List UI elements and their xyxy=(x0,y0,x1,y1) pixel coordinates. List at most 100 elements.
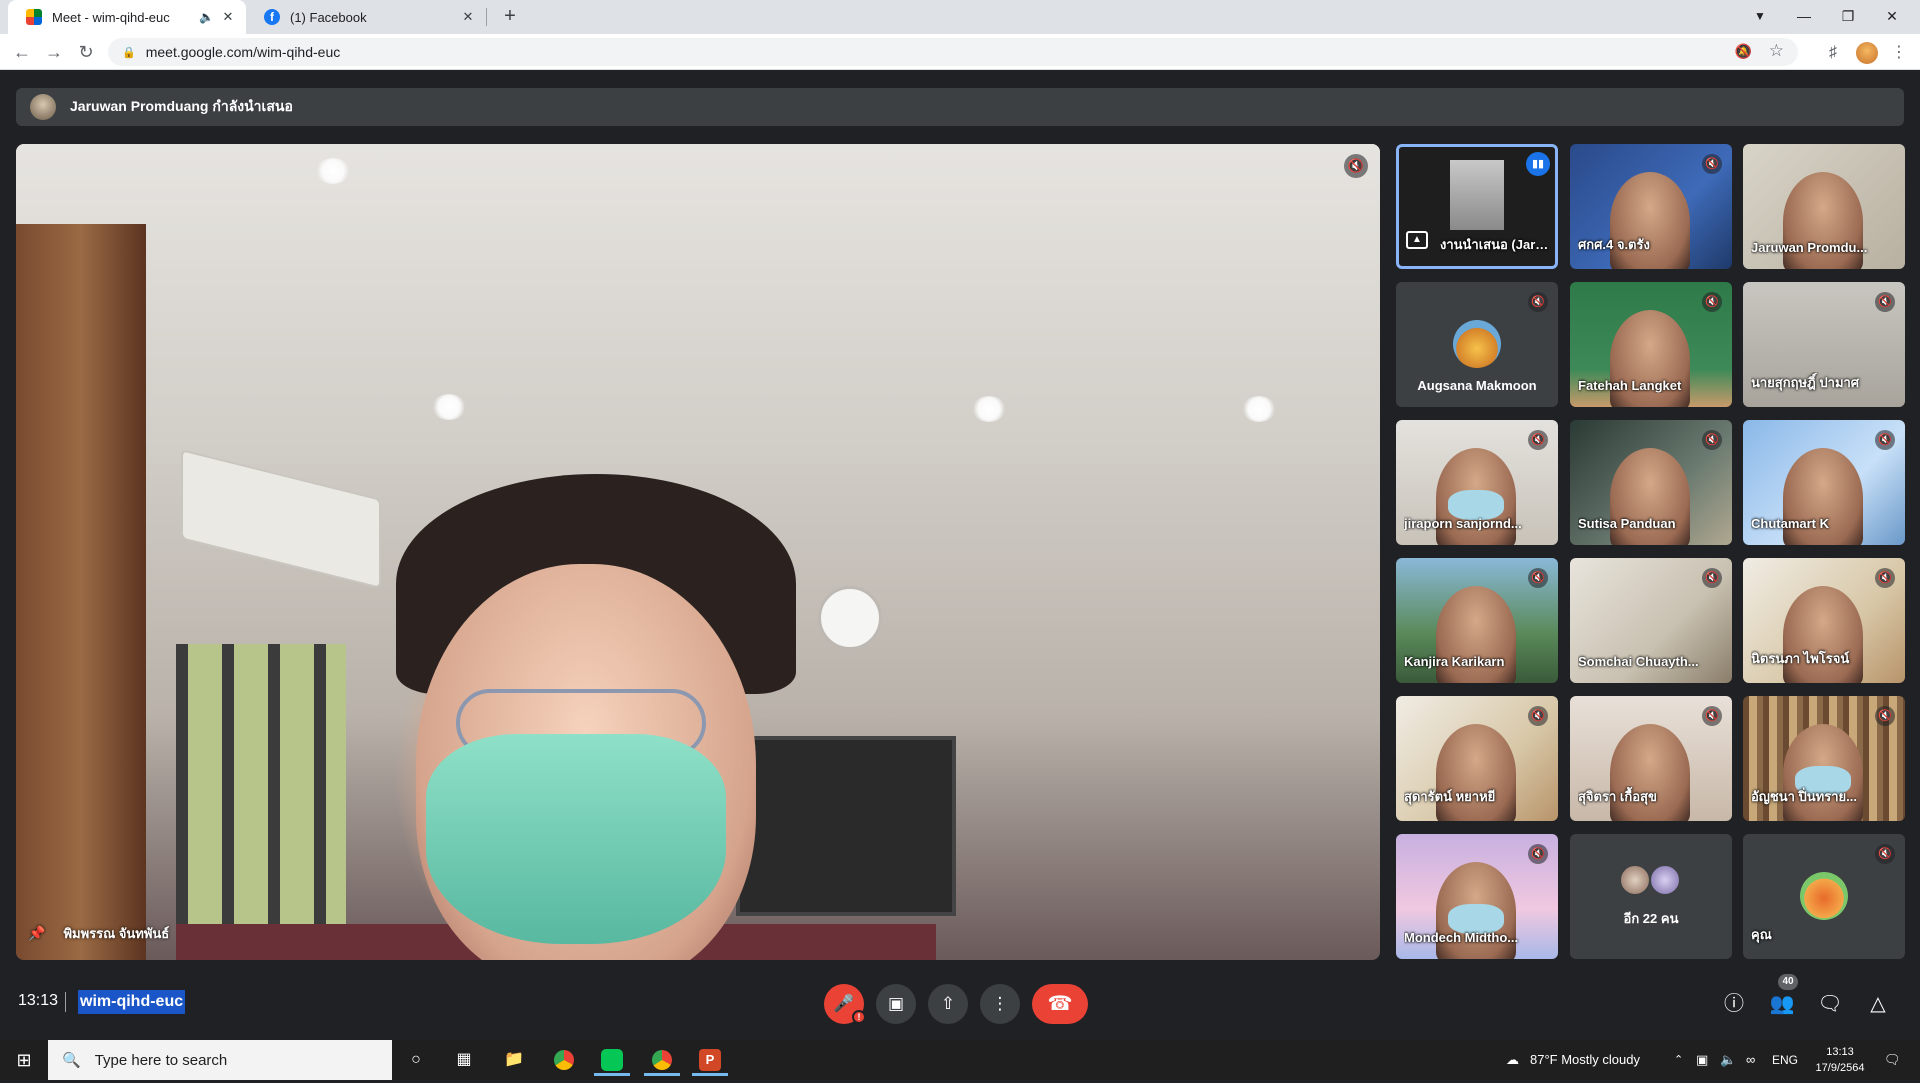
leave-call-button[interactable]: ☎ xyxy=(1032,984,1088,1024)
participant-tile[interactable]: 🔇 Mondech Midtho... xyxy=(1396,834,1558,959)
wall-clock xyxy=(818,586,882,650)
taskbar-search-placeholder: Type here to search xyxy=(94,1051,228,1069)
participant-name: นายสุกฤษฎิ์ ปามาศ xyxy=(1751,375,1860,390)
taskbar-time: 13:13 xyxy=(1826,1046,1854,1058)
more-options-button[interactable]: ⋮ xyxy=(980,984,1020,1024)
browser-menu-icon[interactable]: ⋮ xyxy=(1888,42,1910,64)
muted-mic-icon: 🔇 xyxy=(1875,292,1895,312)
present-screen-icon: ⇧ xyxy=(940,994,956,1013)
participant-tile[interactable]: 🔇 jiraporn sanjornd... xyxy=(1396,420,1558,545)
close-window-icon[interactable]: ✕ xyxy=(1870,0,1914,34)
more-participants-avatars xyxy=(1619,864,1683,898)
participant-tile-presentation[interactable]: ▮▮ ▲ งานนำเสนอ (Jaruwan Pr... xyxy=(1396,144,1558,269)
participant-tile[interactable]: 🔇 อัญชนา ปิ่นทราย... xyxy=(1743,696,1905,821)
tab-separator xyxy=(486,8,487,26)
participant-tile[interactable]: 🔇 นายสุกฤษฎิ์ ปามาศ xyxy=(1743,282,1905,407)
chrome-window-icon[interactable] xyxy=(644,1044,680,1076)
notifications-blocked-icon[interactable]: 🔕 xyxy=(1735,43,1752,60)
close-tab-icon[interactable]: ✕ xyxy=(460,9,476,25)
participant-name: ศกศ.4 จ.ตรัง xyxy=(1578,237,1650,252)
participant-tile[interactable]: 🔇 นิตรนภา ไพโรจน์ xyxy=(1743,558,1905,683)
volume-icon[interactable]: 🔈 xyxy=(1720,1040,1736,1080)
show-hidden-icons-chevron-icon[interactable]: ⌃ xyxy=(1674,1040,1683,1080)
self-name: คุณ xyxy=(1751,927,1772,942)
facebook-favicon-icon: f xyxy=(264,9,280,25)
participant-tile[interactable]: 🔇 ศกศ.4 จ.ตรัง xyxy=(1570,144,1732,269)
participant-name: Somchai Chuayth... xyxy=(1578,654,1699,669)
video-background xyxy=(181,449,381,589)
meet-control-bar: 13:13 wim-qihd-euc 🎤 ! ▣ ⇧ ⋮ ☎ ⓘ 👥 40 🗨 … xyxy=(0,966,1920,1040)
ceiling-light xyxy=(1242,396,1276,422)
participant-name: Fatehah Langket xyxy=(1578,378,1682,393)
pin-icon[interactable]: 📌 xyxy=(28,925,45,942)
mic-toggle-button[interactable]: 🎤 ! xyxy=(824,984,866,1024)
camera-icon: ▣ xyxy=(887,994,905,1013)
network-icon[interactable]: ▣ xyxy=(1696,1040,1708,1080)
participant-tile[interactable]: 🔇 Augsana Makmoon xyxy=(1396,282,1558,407)
address-bar[interactable]: 🔒 meet.google.com/wim-qihd-euc 🔕 ☆ xyxy=(108,38,1798,66)
video-background xyxy=(16,224,146,960)
muted-mic-icon: 🔇 xyxy=(1875,706,1895,726)
meet-favicon-icon xyxy=(26,9,42,25)
participant-tile[interactable]: 🔇 Sutisa Panduan xyxy=(1570,420,1732,545)
profile-avatar[interactable] xyxy=(1856,42,1878,64)
muted-mic-icon: 🔇 xyxy=(1875,568,1895,588)
participant-name: Kanjira Karikarn xyxy=(1404,654,1505,669)
back-arrow-icon[interactable]: ← xyxy=(10,40,34,64)
windows-start-icon[interactable]: ⊞ xyxy=(0,1040,48,1080)
file-explorer-icon[interactable]: 📁 xyxy=(496,1044,532,1076)
meeting-code[interactable]: wim-qihd-euc xyxy=(78,990,186,1014)
audio-playing-icon[interactable]: 🔈 xyxy=(199,10,214,24)
mic-warning-icon: ! xyxy=(852,1010,866,1024)
participant-tile[interactable]: 🔇 Fatehah Langket xyxy=(1570,282,1732,407)
activities-icon[interactable]: △ xyxy=(1864,990,1892,1018)
tab-facebook[interactable]: f (1) Facebook ✕ xyxy=(246,0,486,34)
powerpoint-icon[interactable]: P xyxy=(692,1044,728,1076)
muted-mic-icon: 🔇 xyxy=(1528,568,1548,588)
participant-name: Mondech Midtho... xyxy=(1404,930,1519,945)
chrome-icon[interactable] xyxy=(546,1044,582,1076)
camera-toggle-button[interactable]: ▣ xyxy=(876,984,916,1024)
tab-search-icon[interactable]: ▼ xyxy=(1738,0,1782,34)
language-indicator[interactable]: ENG xyxy=(1772,1040,1798,1080)
wifi-icon[interactable]: ∞ xyxy=(1746,1040,1755,1080)
present-screen-icon: ▲ xyxy=(1406,231,1428,249)
windows-taskbar: ⊞ 🔍 Type here to search ○ ▦ 📁 P ☁ 87°F M… xyxy=(0,1040,1920,1080)
participant-tile[interactable]: Jaruwan Promdu... xyxy=(1743,144,1905,269)
chat-icon[interactable]: 🗨 xyxy=(1816,990,1844,1018)
new-tab-plus-icon[interactable]: + xyxy=(499,6,521,28)
taskbar-clock[interactable]: 13:13 17/9/2564 xyxy=(1810,1044,1870,1076)
restore-icon[interactable]: ❐ xyxy=(1826,0,1870,34)
lock-icon[interactable]: 🔒 xyxy=(122,46,136,59)
weather-text[interactable]: 87°F Mostly cloudy xyxy=(1530,1040,1640,1080)
people-icon[interactable]: 👥 xyxy=(1768,990,1796,1018)
main-video-tile[interactable]: 🔇 📌 พิมพรรณ จันทพันธ์ xyxy=(16,144,1380,960)
participant-tile[interactable]: 🔇 Somchai Chuayth... xyxy=(1570,558,1732,683)
extensions-puzzle-icon[interactable]: ♯ xyxy=(1822,42,1844,64)
video-background xyxy=(426,734,726,944)
task-view-icon[interactable]: ▦ xyxy=(446,1044,482,1076)
minimize-icon[interactable]: — xyxy=(1782,0,1826,34)
taskbar-date: 17/9/2564 xyxy=(1815,1062,1865,1074)
close-tab-icon[interactable]: ✕ xyxy=(220,9,236,25)
line-app-icon[interactable] xyxy=(594,1044,630,1076)
hang-up-icon: ☎ xyxy=(1047,993,1073,1015)
cortana-icon[interactable]: ○ xyxy=(398,1044,434,1076)
more-participants-tile[interactable]: อีก 22 คน xyxy=(1570,834,1732,959)
notification-center-icon[interactable]: 🗨 xyxy=(1884,1040,1901,1080)
taskbar-search-box[interactable]: 🔍 Type here to search xyxy=(48,1040,392,1080)
self-tile[interactable]: 🔇 คุณ xyxy=(1743,834,1905,959)
participant-tile[interactable]: 🔇 Kanjira Karikarn xyxy=(1396,558,1558,683)
participant-tile[interactable]: 🔇 Chutamart K xyxy=(1743,420,1905,545)
forward-arrow-icon[interactable]: → xyxy=(42,40,66,64)
divider xyxy=(65,992,66,1012)
participant-name: งานนำเสนอ (Jaruwan Pr... xyxy=(1440,237,1552,252)
present-now-button[interactable]: ⇧ xyxy=(928,984,968,1024)
bookmark-star-icon[interactable]: ☆ xyxy=(1769,41,1784,61)
meeting-details-info-icon[interactable]: ⓘ xyxy=(1720,990,1748,1018)
participant-tile[interactable]: 🔇 สุดารัตน์ หยาหยี xyxy=(1396,696,1558,821)
participant-tile[interactable]: 🔇 สุจิตรา เกื้อสุข xyxy=(1570,696,1732,821)
tab-meet[interactable]: Meet - wim-qihd-euc 🔈 ✕ xyxy=(8,0,246,34)
weather-cloud-icon[interactable]: ☁ xyxy=(1506,1040,1519,1080)
reload-icon[interactable]: ↻ xyxy=(74,40,98,64)
